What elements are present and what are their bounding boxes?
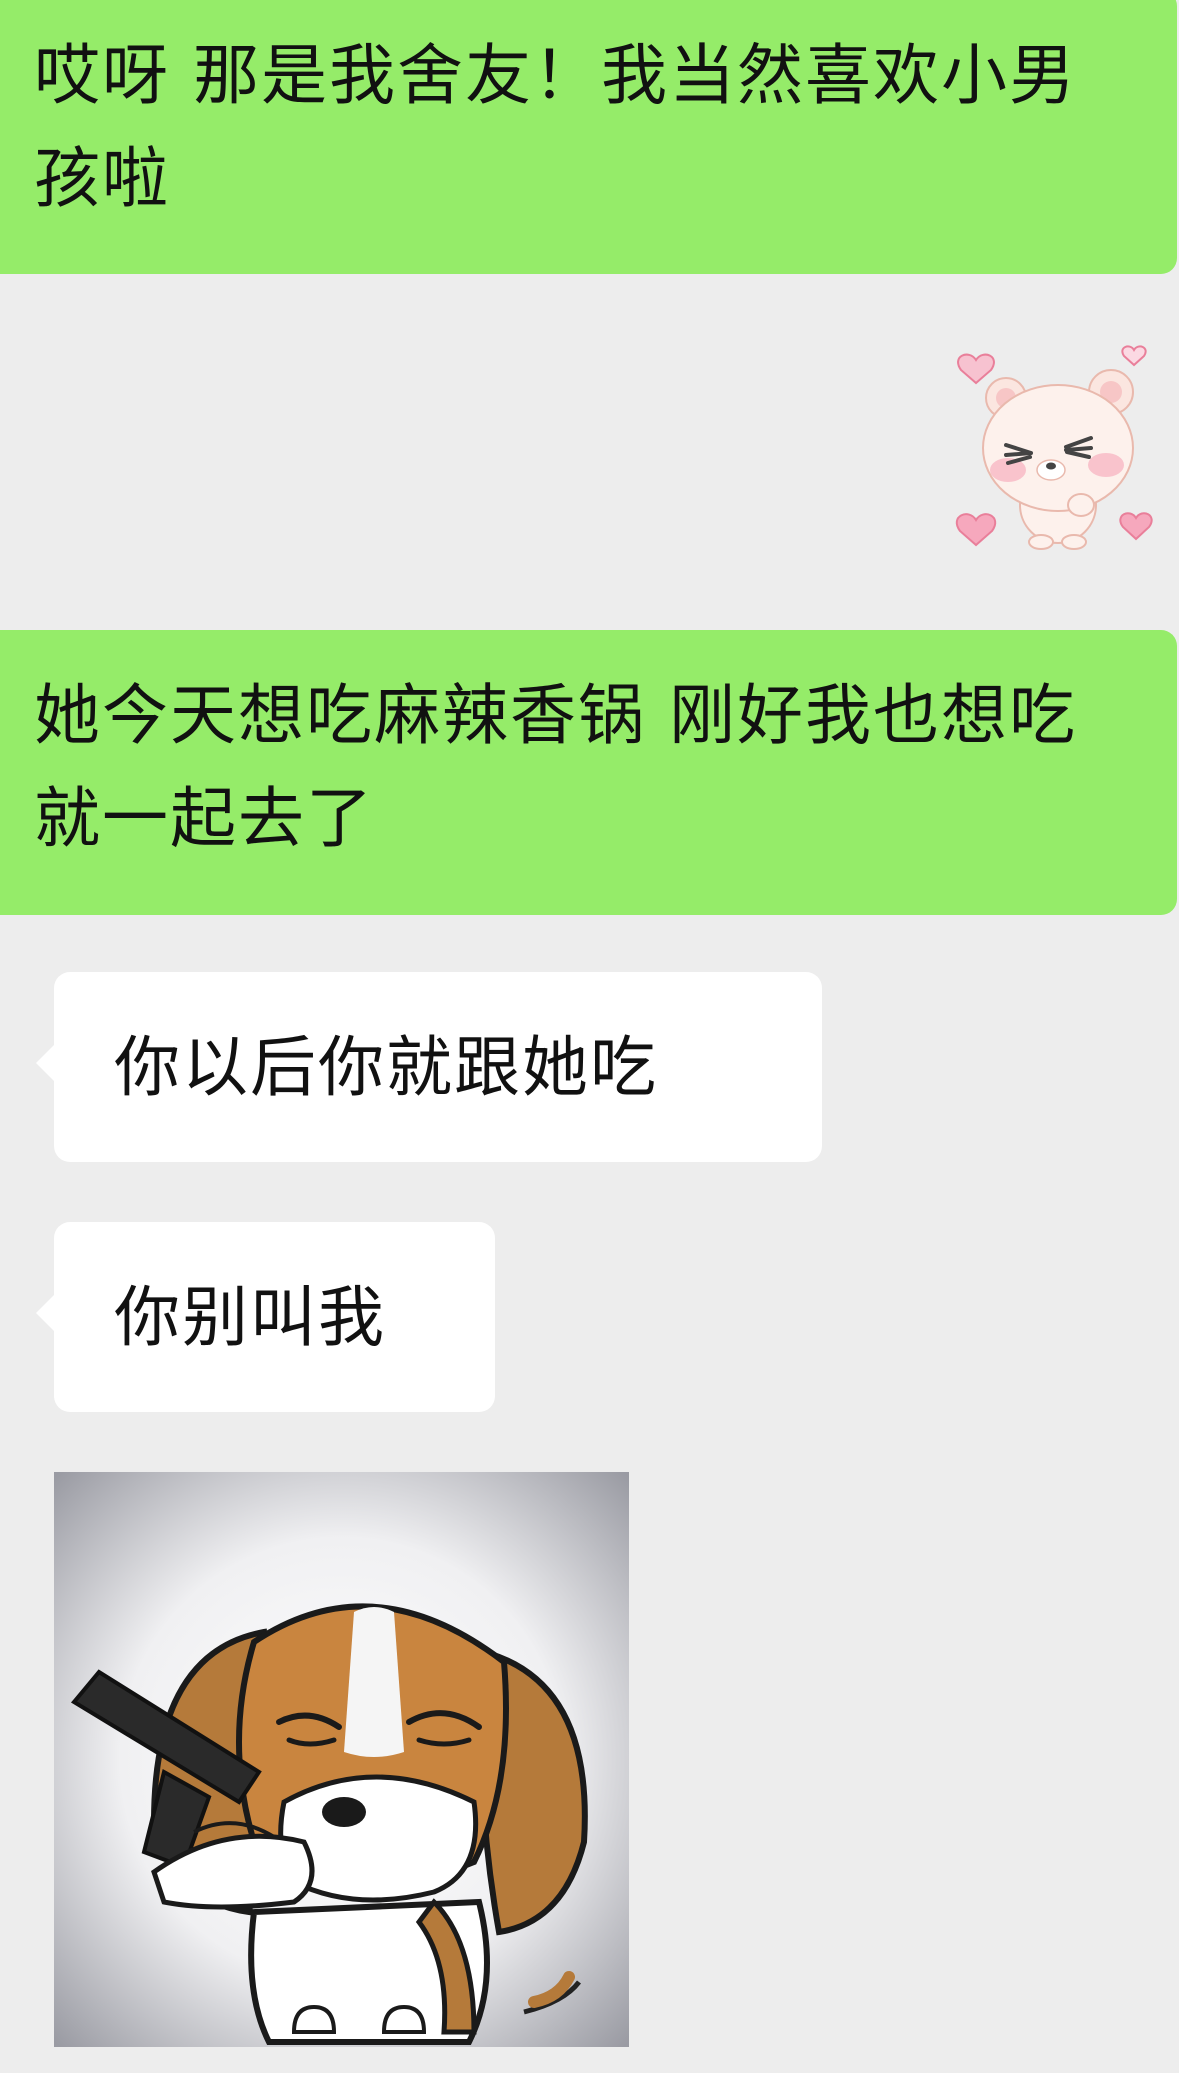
sent-message-bubble[interactable]: 她今天想吃麻辣香锅 刚好我也想吃 就一起去了 — [0, 630, 1177, 915]
beagle-gun-sticker[interactable] — [54, 1472, 629, 2047]
heart-icon — [957, 353, 995, 385]
chat-message-list[interactable]: 哎呀 那是我舍友！我当然喜欢小男孩啦 她今天想吃麻辣香锅 刚好我也想吃 就一起去… — [0, 0, 1179, 2073]
received-message-bubble[interactable]: 你以后你就跟她吃 — [36, 972, 822, 1162]
blushing-bear-sticker[interactable] — [946, 340, 1166, 555]
sent-message-bubble[interactable]: 哎呀 那是我舍友！我当然喜欢小男孩啦 — [0, 0, 1177, 274]
heart-icon — [1121, 345, 1147, 367]
heart-icon — [955, 513, 997, 547]
received-message-bubble[interactable]: 你别叫我 — [36, 1222, 495, 1412]
heart-icon — [1119, 512, 1153, 541]
